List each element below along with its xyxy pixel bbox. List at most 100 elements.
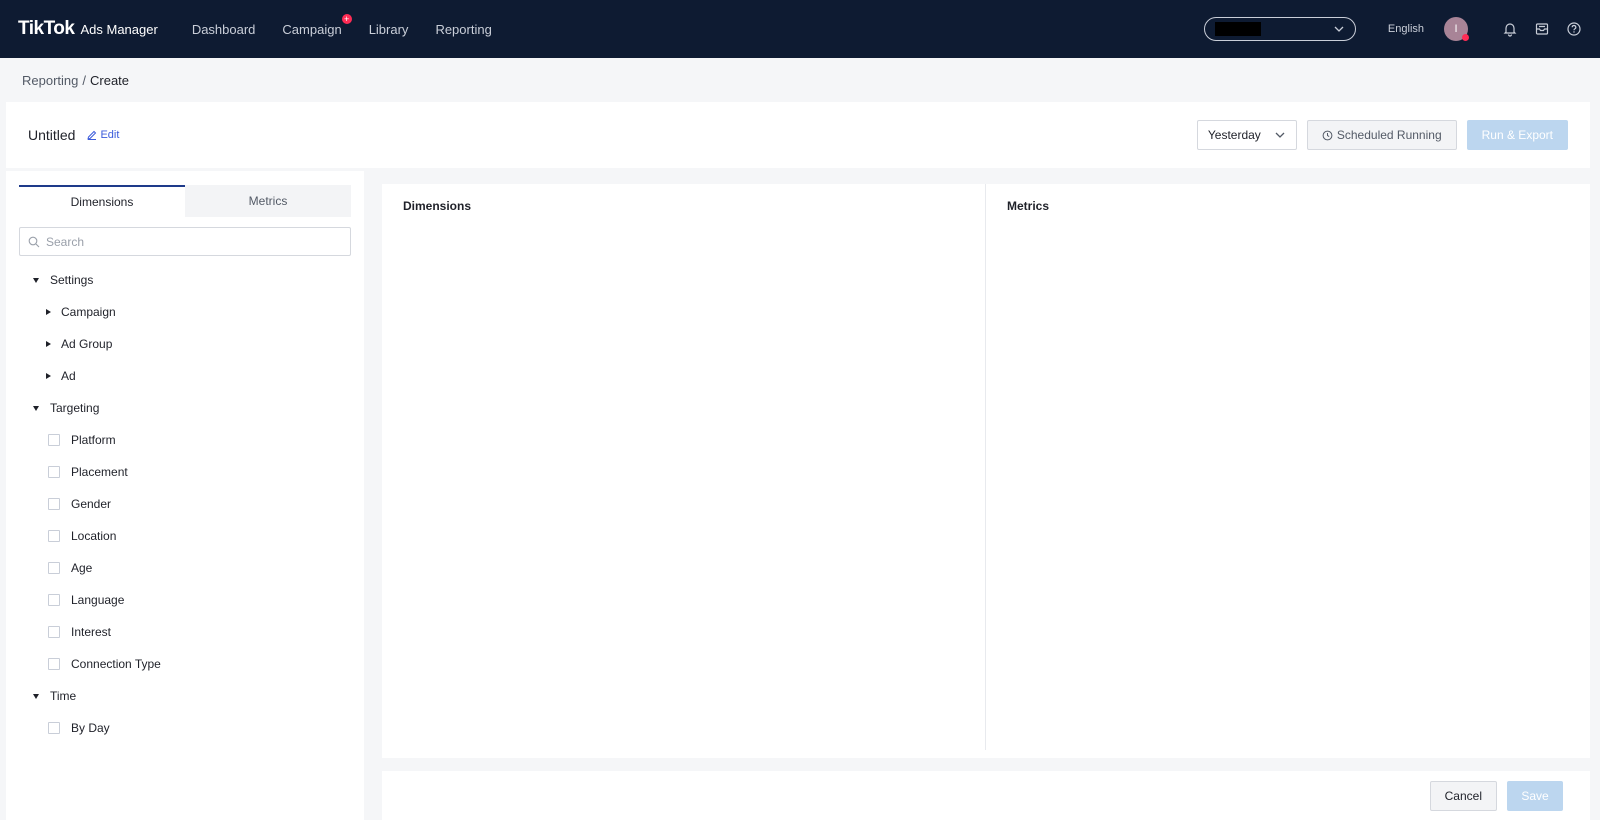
field-language[interactable]: Language <box>19 584 351 616</box>
tree-node-label: Campaign <box>61 305 116 319</box>
bell-icon[interactable] <box>1502 21 1518 37</box>
field-by-day[interactable]: By Day <box>19 712 351 744</box>
field-gender[interactable]: Gender <box>19 488 351 520</box>
caret-down-icon <box>33 405 39 411</box>
inbox-icon[interactable] <box>1534 21 1550 37</box>
tab-dimensions[interactable]: Dimensions <box>19 185 185 217</box>
breadcrumb-reporting-link[interactable]: Reporting <box>22 73 78 88</box>
nav-campaign[interactable]: Campaign + <box>282 13 352 37</box>
edit-label: Edit <box>100 129 120 141</box>
field-label: Platform <box>71 433 116 447</box>
tree-node-label: Ad <box>61 369 76 383</box>
cancel-button[interactable]: Cancel <box>1429 780 1497 811</box>
language-switcher[interactable]: English <box>1388 23 1424 35</box>
checkbox[interactable] <box>48 562 60 574</box>
nav-library[interactable]: Library <box>369 22 409 37</box>
tree-group-targeting[interactable]: Targeting <box>19 392 351 424</box>
dimensions-drop-zone[interactable]: Dimensions <box>382 184 986 750</box>
header-right-tools: English I <box>1203 17 1582 41</box>
avatar-initial: I <box>1454 23 1458 35</box>
help-icon[interactable] <box>1566 21 1582 37</box>
field-platform[interactable]: Platform <box>19 424 351 456</box>
field-connection-type[interactable]: Connection Type <box>19 648 351 680</box>
user-avatar[interactable]: I <box>1444 17 1469 41</box>
checkbox[interactable] <box>48 530 60 542</box>
field-label: Connection Type <box>71 657 161 671</box>
save-button[interactable]: Save <box>1507 780 1563 811</box>
field-location[interactable]: Location <box>19 520 351 552</box>
metrics-header: Metrics <box>1007 199 1050 213</box>
field-label: Gender <box>71 497 112 511</box>
tree-node-ad-group[interactable]: Ad Group <box>19 328 351 360</box>
field-tree: Settings Campaign Ad Group Ad Targeting … <box>19 264 351 744</box>
field-tabs: Dimensions Metrics <box>19 185 351 217</box>
logo-brand: TikTok <box>18 18 75 39</box>
nav-reporting[interactable]: Reporting <box>435 22 491 37</box>
nav-campaign-label: Campaign <box>282 21 342 37</box>
caret-right-icon <box>46 341 51 347</box>
report-title: Untitled <box>28 127 76 143</box>
breadcrumb: Reporting / Create <box>22 73 129 88</box>
edit-title-button[interactable]: Edit <box>87 129 119 141</box>
checkbox[interactable] <box>48 594 60 606</box>
caret-down-icon <box>33 277 39 283</box>
checkbox[interactable] <box>48 626 60 638</box>
top-navigation-bar: TikTok Ads Manager Dashboard Campaign + … <box>0 0 1600 58</box>
tree-group-settings[interactable]: Settings <box>19 264 351 296</box>
footer-actions: Cancel Save <box>382 771 1590 820</box>
tab-metrics[interactable]: Metrics <box>185 185 351 217</box>
checkbox[interactable] <box>48 722 60 734</box>
account-name-redacted <box>1214 22 1261 36</box>
logo-product: Ads Manager <box>80 22 158 37</box>
tree-group-label: Targeting <box>50 401 100 415</box>
checkbox[interactable] <box>48 466 60 478</box>
checkbox[interactable] <box>48 498 60 510</box>
field-placement[interactable]: Placement <box>19 456 351 488</box>
tree-group-label: Time <box>50 689 77 703</box>
report-builder-canvas: Dimensions Metrics <box>382 184 1590 758</box>
report-title-bar: Untitled Edit Yesterday Scheduled Runnin… <box>6 102 1590 168</box>
field-label: By Day <box>71 721 110 735</box>
scheduled-running-label: Scheduled Running <box>1336 128 1442 142</box>
pencil-icon <box>87 130 97 140</box>
clock-icon <box>1322 130 1333 140</box>
caret-right-icon <box>46 373 51 379</box>
tree-group-label: Settings <box>50 273 94 287</box>
field-label: Location <box>71 529 117 543</box>
chevron-down-icon <box>1275 132 1285 138</box>
tree-node-label: Ad Group <box>61 337 113 351</box>
avatar-notification-dot <box>1462 34 1469 41</box>
tree-group-time[interactable]: Time <box>19 680 351 712</box>
caret-right-icon <box>46 309 51 315</box>
nav-dashboard[interactable]: Dashboard <box>192 22 256 37</box>
account-selector[interactable] <box>1203 17 1356 41</box>
checkbox[interactable] <box>48 658 60 670</box>
date-range-select[interactable]: Yesterday <box>1196 120 1297 150</box>
tree-node-campaign[interactable]: Campaign <box>19 296 351 328</box>
field-search <box>19 227 351 256</box>
metrics-drop-zone[interactable]: Metrics <box>986 184 1590 750</box>
breadcrumb-separator: / <box>82 73 86 88</box>
caret-down-icon <box>33 693 39 699</box>
main-nav: Dashboard Campaign + Library Reporting <box>192 13 519 37</box>
breadcrumb-current: Create <box>90 73 130 88</box>
tiktok-ads-manager-logo[interactable]: TikTok Ads Manager <box>18 18 158 40</box>
field-label: Placement <box>71 465 128 479</box>
field-picker-panel: Dimensions Metrics Settings Campaign Ad … <box>6 171 364 820</box>
chevron-down-icon <box>1334 26 1344 32</box>
search-input[interactable] <box>46 234 326 249</box>
run-export-button[interactable]: Run & Export <box>1466 120 1568 150</box>
field-label: Interest <box>71 625 112 639</box>
checkbox[interactable] <box>48 434 60 446</box>
field-interest[interactable]: Interest <box>19 616 351 648</box>
dimensions-header: Dimensions <box>403 199 472 213</box>
field-age[interactable]: Age <box>19 552 351 584</box>
date-range-value: Yesterday <box>1207 128 1261 142</box>
search-icon <box>28 236 40 247</box>
field-label: Age <box>71 561 93 575</box>
field-label: Language <box>71 593 125 607</box>
tree-node-ad[interactable]: Ad <box>19 360 351 392</box>
report-actions: Yesterday Scheduled Running Run & Export <box>1196 120 1568 150</box>
campaign-plus-badge: + <box>341 13 352 24</box>
scheduled-running-button[interactable]: Scheduled Running <box>1306 120 1457 150</box>
